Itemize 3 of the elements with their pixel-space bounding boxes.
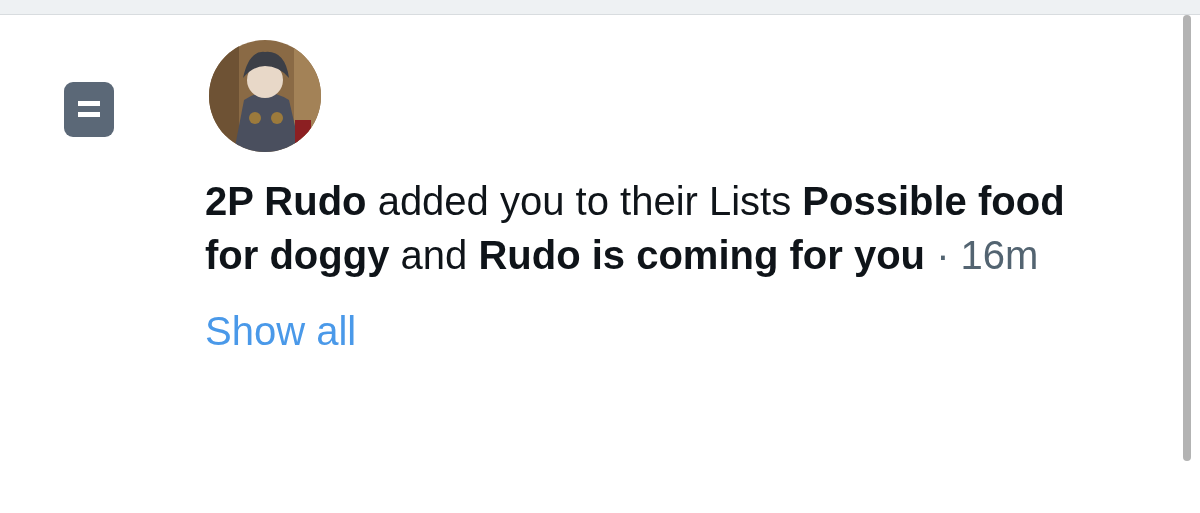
notification-text: 2P Rudo added you to their Lists Possible food for doggy and Rudo is coming for you · 16m <box>205 178 1066 279</box>
list-icon <box>64 82 114 137</box>
show-all-link[interactable]: Show all <box>205 304 357 358</box>
